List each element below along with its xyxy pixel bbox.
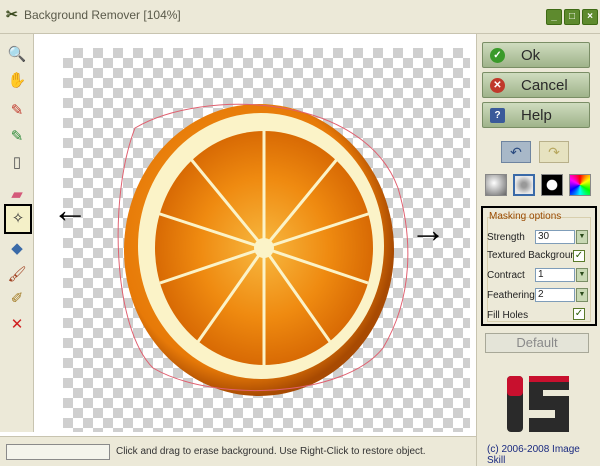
undo-icon[interactable]: ↶ [501,141,531,163]
help-label: Help [521,107,552,124]
broom-tool[interactable]: ✐ [6,288,28,310]
contract-dropdown-button[interactable]: ▼ [576,268,588,282]
copyright-text: (c) 2006-2008 Image Skill [487,444,580,466]
check-icon: ✓ [490,48,505,63]
image-canvas[interactable] [63,48,470,432]
ok-label: Ok [521,47,541,64]
right-panel: ✓ Ok ✕ Cancel ? Help ↶ ↷ Masking options… [476,34,600,466]
tool-palette: ⚙ 🔍✋✎✎▯▰✧◆🖌✐✕ [0,34,34,463]
feathering-field[interactable]: 2 [535,288,575,302]
fill-holes-checkbox[interactable]: ✓ [573,308,585,320]
fill-holes-label: Fill Holes [487,310,529,321]
green-marker-icon: ✎ [10,128,24,145]
strength-field[interactable]: 30 [535,230,575,244]
masking-options-panel: Masking options Strength 30 ▼ Textured B… [481,206,597,326]
new-document-tool[interactable]: ▯ [6,152,28,174]
cancel-icon: ✕ [490,78,505,93]
strength-label: Strength [487,232,525,243]
feathering-dropdown-button[interactable]: ▼ [576,288,588,302]
cancel-button[interactable]: ✕ Cancel [482,72,590,98]
left-arrow: ← [52,189,88,230]
circle-mode-icon[interactable] [541,174,563,196]
textured-background-label: Textured Background [487,250,582,261]
soft-mode-icon[interactable] [513,174,535,196]
restore-marker-tool[interactable]: ✎ [6,126,28,148]
pan-tool[interactable]: ✋ [6,70,28,92]
feathering-label: Feathering [487,290,535,301]
fill-tool[interactable]: ◆ [6,238,28,260]
scissors-icon: ✂ [6,6,18,22]
right-arrow: → [410,209,446,250]
delete-tool[interactable]: ✕ [6,314,28,336]
redo-icon[interactable]: ↷ [539,141,569,163]
eraser-tool[interactable]: ▰ [6,184,28,206]
textured-background-checkbox[interactable]: ✓ [573,250,585,262]
status-text: Click and drag to erase background. Use … [116,446,426,457]
broom-icon: ✐ [10,290,24,307]
contract-label: Contract [487,270,525,281]
masking-options-legend: Masking options [489,211,562,222]
red-marker-icon: ✎ [10,102,24,119]
eraser-icon: ▰ [11,186,23,203]
zoom-tool[interactable]: 🔍 [6,44,28,66]
strength-dropdown-button[interactable]: ▼ [576,230,588,244]
sphere-mode-icon[interactable] [485,174,507,196]
cancel-label: Cancel [521,77,568,94]
brush-tool[interactable]: 🖌 [6,264,28,286]
brush-icon: 🖌 [7,266,27,283]
hand-icon: ✋ [7,72,27,89]
minimize-button[interactable]: _ [546,9,562,25]
magic-wand-tool[interactable]: ✧ [4,204,32,234]
window-title: Background Remover [104%] [24,8,181,22]
paint-bucket-icon: ◆ [11,240,23,257]
color-wheel-icon[interactable] [569,174,591,196]
help-button[interactable]: ? Help [482,102,590,128]
image-skill-logo [507,376,569,432]
help-icon: ? [490,108,505,123]
magic-wand-icon: ✧ [11,210,25,227]
ok-button[interactable]: ✓ Ok [482,42,590,68]
default-button[interactable]: Default [485,333,589,353]
status-progress-field [6,444,110,460]
red-x-icon: ✕ [10,316,24,333]
erase-marker-tool[interactable]: ✎ [6,100,28,122]
maximize-button[interactable]: □ [564,9,580,25]
page-icon: ▯ [12,154,22,171]
close-button[interactable]: × [582,9,598,25]
status-bar: Click and drag to erase background. Use … [0,436,476,466]
orange-slice-image [117,103,409,396]
zoom-icon: 🔍 [7,46,27,63]
contract-field[interactable]: 1 [535,268,575,282]
title-bar: ✂ Background Remover [104%] _ □ × [0,0,600,34]
